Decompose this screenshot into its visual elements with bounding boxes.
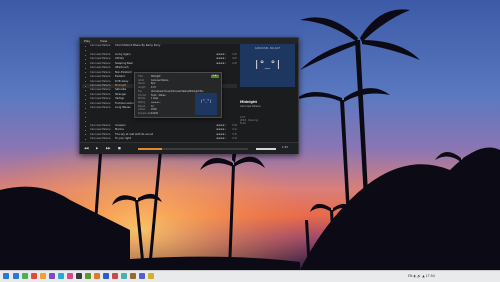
taskbar-app-icon[interactable] <box>148 273 154 279</box>
row-bullet-icon <box>85 55 86 56</box>
tooltip-key: Played <box>138 105 145 108</box>
now-playing-format: FLAC <box>240 122 296 125</box>
tooltip-value: 44100 <box>151 112 158 115</box>
row-bullet-icon <box>85 68 86 69</box>
seek-bar[interactable] <box>138 148 248 150</box>
format-badge: FLAC <box>211 75 219 78</box>
taskbar-app-icon[interactable] <box>13 273 19 279</box>
tooltip-value: 2018 <box>151 108 157 111</box>
tooltip-value: 4:07 <box>151 86 156 89</box>
volume-slider[interactable] <box>256 148 276 150</box>
stop-icon[interactable]: ■ <box>118 146 121 150</box>
tooltip-key: Album <box>138 82 145 85</box>
tooltip-key: Sample rate <box>138 112 151 115</box>
tooltip-value: 1 kbps <box>151 97 158 100</box>
row-bullet-icon <box>85 50 86 51</box>
row-bullet-icon <box>85 95 86 96</box>
album-cover: CAROUSEL PALACE |°_°| <box>240 44 295 87</box>
seek-bar-fill <box>138 148 162 150</box>
row-bullet-icon <box>85 72 86 73</box>
row-bullet-icon <box>85 90 86 91</box>
taskbar: EN ◐ 🔊 ▲ 17:54 <box>0 270 500 282</box>
row-bullet-icon <box>85 86 86 87</box>
taskbar-app-icon[interactable] <box>31 273 37 279</box>
row-bullet-icon <box>85 81 86 82</box>
tooltip-value: /home/user/music/Carousel Palace/Midnigh… <box>151 90 204 93</box>
start-menu-icon[interactable] <box>3 273 9 279</box>
row-bullet-icon <box>85 121 86 122</box>
system-tray[interactable]: EN ◐ 🔊 ▲ 17:54 <box>408 271 435 282</box>
row-bullet-icon <box>85 63 86 64</box>
tooltip-cover-face: |°_°| <box>195 99 217 103</box>
now-playing-title: Midnight <box>240 100 296 104</box>
row-bullet-icon <box>85 99 86 100</box>
play-icon[interactable]: ▶ <box>96 146 98 150</box>
row-bullet-icon <box>85 108 86 109</box>
taskbar-app-icon[interactable] <box>58 273 64 279</box>
now-playing-info: Midnight Carousel Palace 4:07 2018 · Dan… <box>240 100 296 126</box>
tooltip-value: Epic <box>151 82 156 85</box>
tooltip-value: Midnight <box>151 75 161 78</box>
taskbar-app-icon[interactable] <box>76 273 82 279</box>
taskbar-app-icon[interactable] <box>112 273 118 279</box>
music-player-window: Play View Carousel PalaceChord Patrick B… <box>79 37 299 154</box>
tooltip-cover-thumbnail: |°_°| <box>195 93 217 115</box>
taskbar-app-icon[interactable] <box>22 273 28 279</box>
row-bullet-icon <box>85 77 86 78</box>
tooltip-value: FLAC · Stereo <box>151 94 166 97</box>
taskbar-app-icon[interactable] <box>121 273 127 279</box>
tooltip-key: Length <box>138 86 146 89</box>
tooltip-key: Title <box>138 75 143 78</box>
previous-icon[interactable]: ◀◀ <box>84 146 89 150</box>
row-bullet-icon <box>85 103 86 104</box>
tooltip-value: Carousel Palace <box>151 79 168 82</box>
track-info-tooltip: FLAC |°_°| Title Midnight Artist Carousel P… <box>134 72 222 118</box>
taskbar-app-icon[interactable] <box>85 273 91 279</box>
taskbar-app-icon[interactable] <box>40 273 46 279</box>
row-bullet-icon <box>85 130 86 131</box>
row-bullet-icon <box>85 112 86 113</box>
tooltip-key: Format <box>138 94 146 97</box>
taskbar-app-icon[interactable] <box>130 273 136 279</box>
row-bullet-icon <box>85 139 86 140</box>
next-icon[interactable]: ▶▶ <box>106 146 111 150</box>
taskbar-app-icon[interactable] <box>103 273 109 279</box>
taskbar-app-icon[interactable] <box>94 273 100 279</box>
cover-label: CAROUSEL PALACE <box>240 47 295 50</box>
taskbar-app-icon[interactable] <box>49 273 55 279</box>
tooltip-key: Bitrate <box>138 97 145 100</box>
tooltip-value: ★★★★☆ <box>151 101 161 104</box>
now-playing-artist: Carousel Palace <box>240 105 296 108</box>
taskbar-app-icon[interactable] <box>139 273 145 279</box>
elapsed-time: 1:23 <box>282 146 288 149</box>
row-bullet-icon <box>85 46 86 47</box>
row-bullet-icon <box>85 126 86 127</box>
tooltip-key: Rating <box>138 101 145 104</box>
row-bullet-icon <box>85 59 86 60</box>
tooltip-value: 12 <box>151 105 154 108</box>
transport-bar: ◀◀ ▶ ▶▶ ■ 1:23 <box>80 142 298 154</box>
cover-face: |°_°| <box>240 60 295 70</box>
tooltip-key: Artist <box>138 79 144 82</box>
tooltip-key: File <box>138 90 142 93</box>
row-bullet-icon <box>85 117 86 118</box>
tooltip-key: Added <box>138 108 145 111</box>
taskbar-app-icon[interactable] <box>67 273 73 279</box>
row-bullet-icon <box>85 134 86 135</box>
